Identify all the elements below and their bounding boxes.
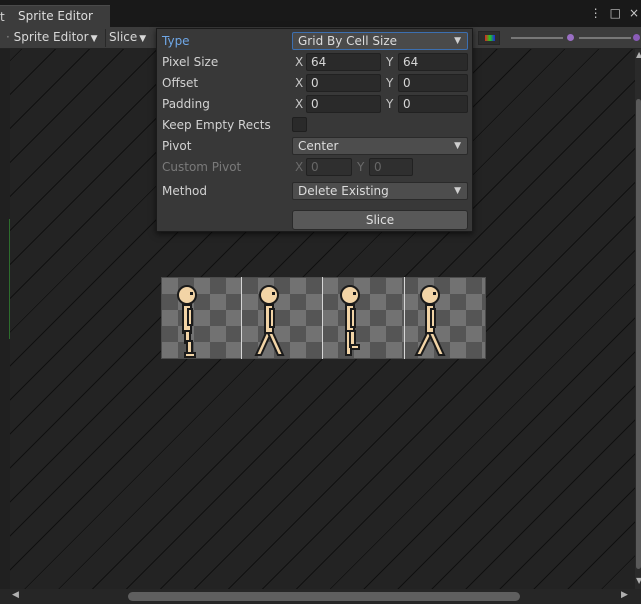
dropdown-arrow-icon: ▼ [139,34,147,44]
pixel-size-row: Pixel Size X 64 Y 64 [162,53,468,71]
slice-menu-button[interactable]: Slice ▼ [109,30,146,44]
slice-menu-label: Slice [109,30,138,44]
padding-y-label: Y [386,97,394,111]
editor-mode-dot: · [6,30,10,44]
type-value: Grid By Cell Size [298,34,398,48]
slice-grid-line [404,277,405,359]
method-row: Method Delete Existing ▼ [162,182,468,200]
slice-button[interactable]: Slice [292,210,468,230]
type-row: Type Grid By Cell Size ▼ [162,32,468,50]
slice-grid-line [241,277,242,359]
horizontal-scroll-thumb[interactable] [128,592,520,601]
method-dropdown[interactable]: Delete Existing ▼ [292,182,468,200]
chevron-down-icon: ▼ [454,186,461,196]
editor-mode-dropdown[interactable]: · Sprite Editor ▼ [6,30,98,44]
scroll-right-icon[interactable]: ▶ [621,590,628,600]
zoom-slider-thumb[interactable] [567,34,574,41]
sprite-editor-tab[interactable]: t Sprite Editor [0,5,110,27]
padding-x-field[interactable]: 0 [306,95,381,113]
pivot-row: Pivot Center ▼ [162,137,468,155]
sprite-frame-2[interactable] [253,283,289,359]
window-controls: ⋮ □ × [590,6,639,20]
scroll-left-icon[interactable]: ◀ [12,590,19,600]
method-label: Method [162,184,208,198]
type-label: Type [162,34,190,48]
padding-y-field[interactable]: 0 [398,95,468,113]
offset-x-field[interactable]: 0 [306,74,381,92]
scroll-up-icon[interactable]: ▲ [636,50,641,59]
color-channel-toggle[interactable] [478,31,500,45]
custom-pivot-label: Custom Pivot [162,160,242,174]
pixel-size-y-field[interactable]: 64 [398,53,468,71]
zoom-slider-track[interactable] [511,37,563,39]
custom-pivot-x-label: X [295,160,304,174]
sprite-frame-3[interactable] [336,283,366,359]
custom-pivot-y-field: 0 [369,158,413,176]
pivot-value: Center [298,139,339,153]
sprite-sheet[interactable] [161,277,486,359]
keep-empty-label: Keep Empty Rects [162,118,271,132]
sprite-frame-1[interactable] [173,283,203,359]
custom-pivot-row: Custom Pivot X 0 Y 0 [162,158,468,176]
tab-title: Sprite Editor [18,9,93,23]
offset-y-label: Y [386,76,394,90]
pixel-size-label: Pixel Size [162,55,219,69]
custom-pivot-x-field: 0 [306,158,352,176]
keep-empty-row: Keep Empty Rects [162,116,468,134]
pixel-size-x-label: X [295,55,304,69]
maximize-icon[interactable]: □ [610,6,621,20]
canvas-left-edge [0,49,10,589]
dropdown-arrow-icon: ▼ [90,34,98,44]
method-value: Delete Existing [298,184,389,198]
tab-clipped-text: t [0,10,5,24]
sprite-frame-4[interactable] [412,283,448,359]
more-options-icon[interactable]: ⋮ [590,6,602,20]
close-icon[interactable]: × [629,6,639,20]
padding-x-label: X [295,97,304,111]
offset-row: Offset X 0 Y 0 [162,74,468,92]
type-dropdown[interactable]: Grid By Cell Size ▼ [292,32,468,50]
chevron-down-icon: ▼ [454,141,461,151]
window-tab-bar: t Sprite Editor ⋮ □ × [0,0,641,27]
toolbar-separator [105,29,106,47]
offset-y-field[interactable]: 0 [398,74,468,92]
vertical-scroll-thumb[interactable] [636,99,641,569]
slice-grid-line [322,277,323,359]
horizontal-scrollbar[interactable]: ◀ ▶ [0,589,641,604]
custom-pivot-y-label: Y [357,160,365,174]
offset-x-label: X [295,76,304,90]
chevron-down-icon: ▼ [454,36,461,46]
vertical-scrollbar[interactable] [635,49,641,589]
padding-row: Padding X 0 Y 0 [162,95,468,113]
mip-slider-track[interactable] [579,37,631,39]
offset-label: Offset [162,76,199,90]
scroll-down-icon[interactable]: ▼ [636,576,641,585]
editor-mode-label: Sprite Editor [13,30,89,44]
pivot-dropdown[interactable]: Center ▼ [292,137,468,155]
rgb-icon [485,35,495,41]
pivot-label: Pivot [162,139,192,153]
mip-slider-thumb[interactable] [633,34,640,41]
padding-label: Padding [162,97,210,111]
pixel-size-y-label: Y [386,55,394,69]
pixel-size-x-field[interactable]: 64 [306,53,381,71]
keep-empty-checkbox[interactable] [292,117,307,132]
slice-popup: Type Grid By Cell Size ▼ Pixel Size X 64… [156,28,473,232]
